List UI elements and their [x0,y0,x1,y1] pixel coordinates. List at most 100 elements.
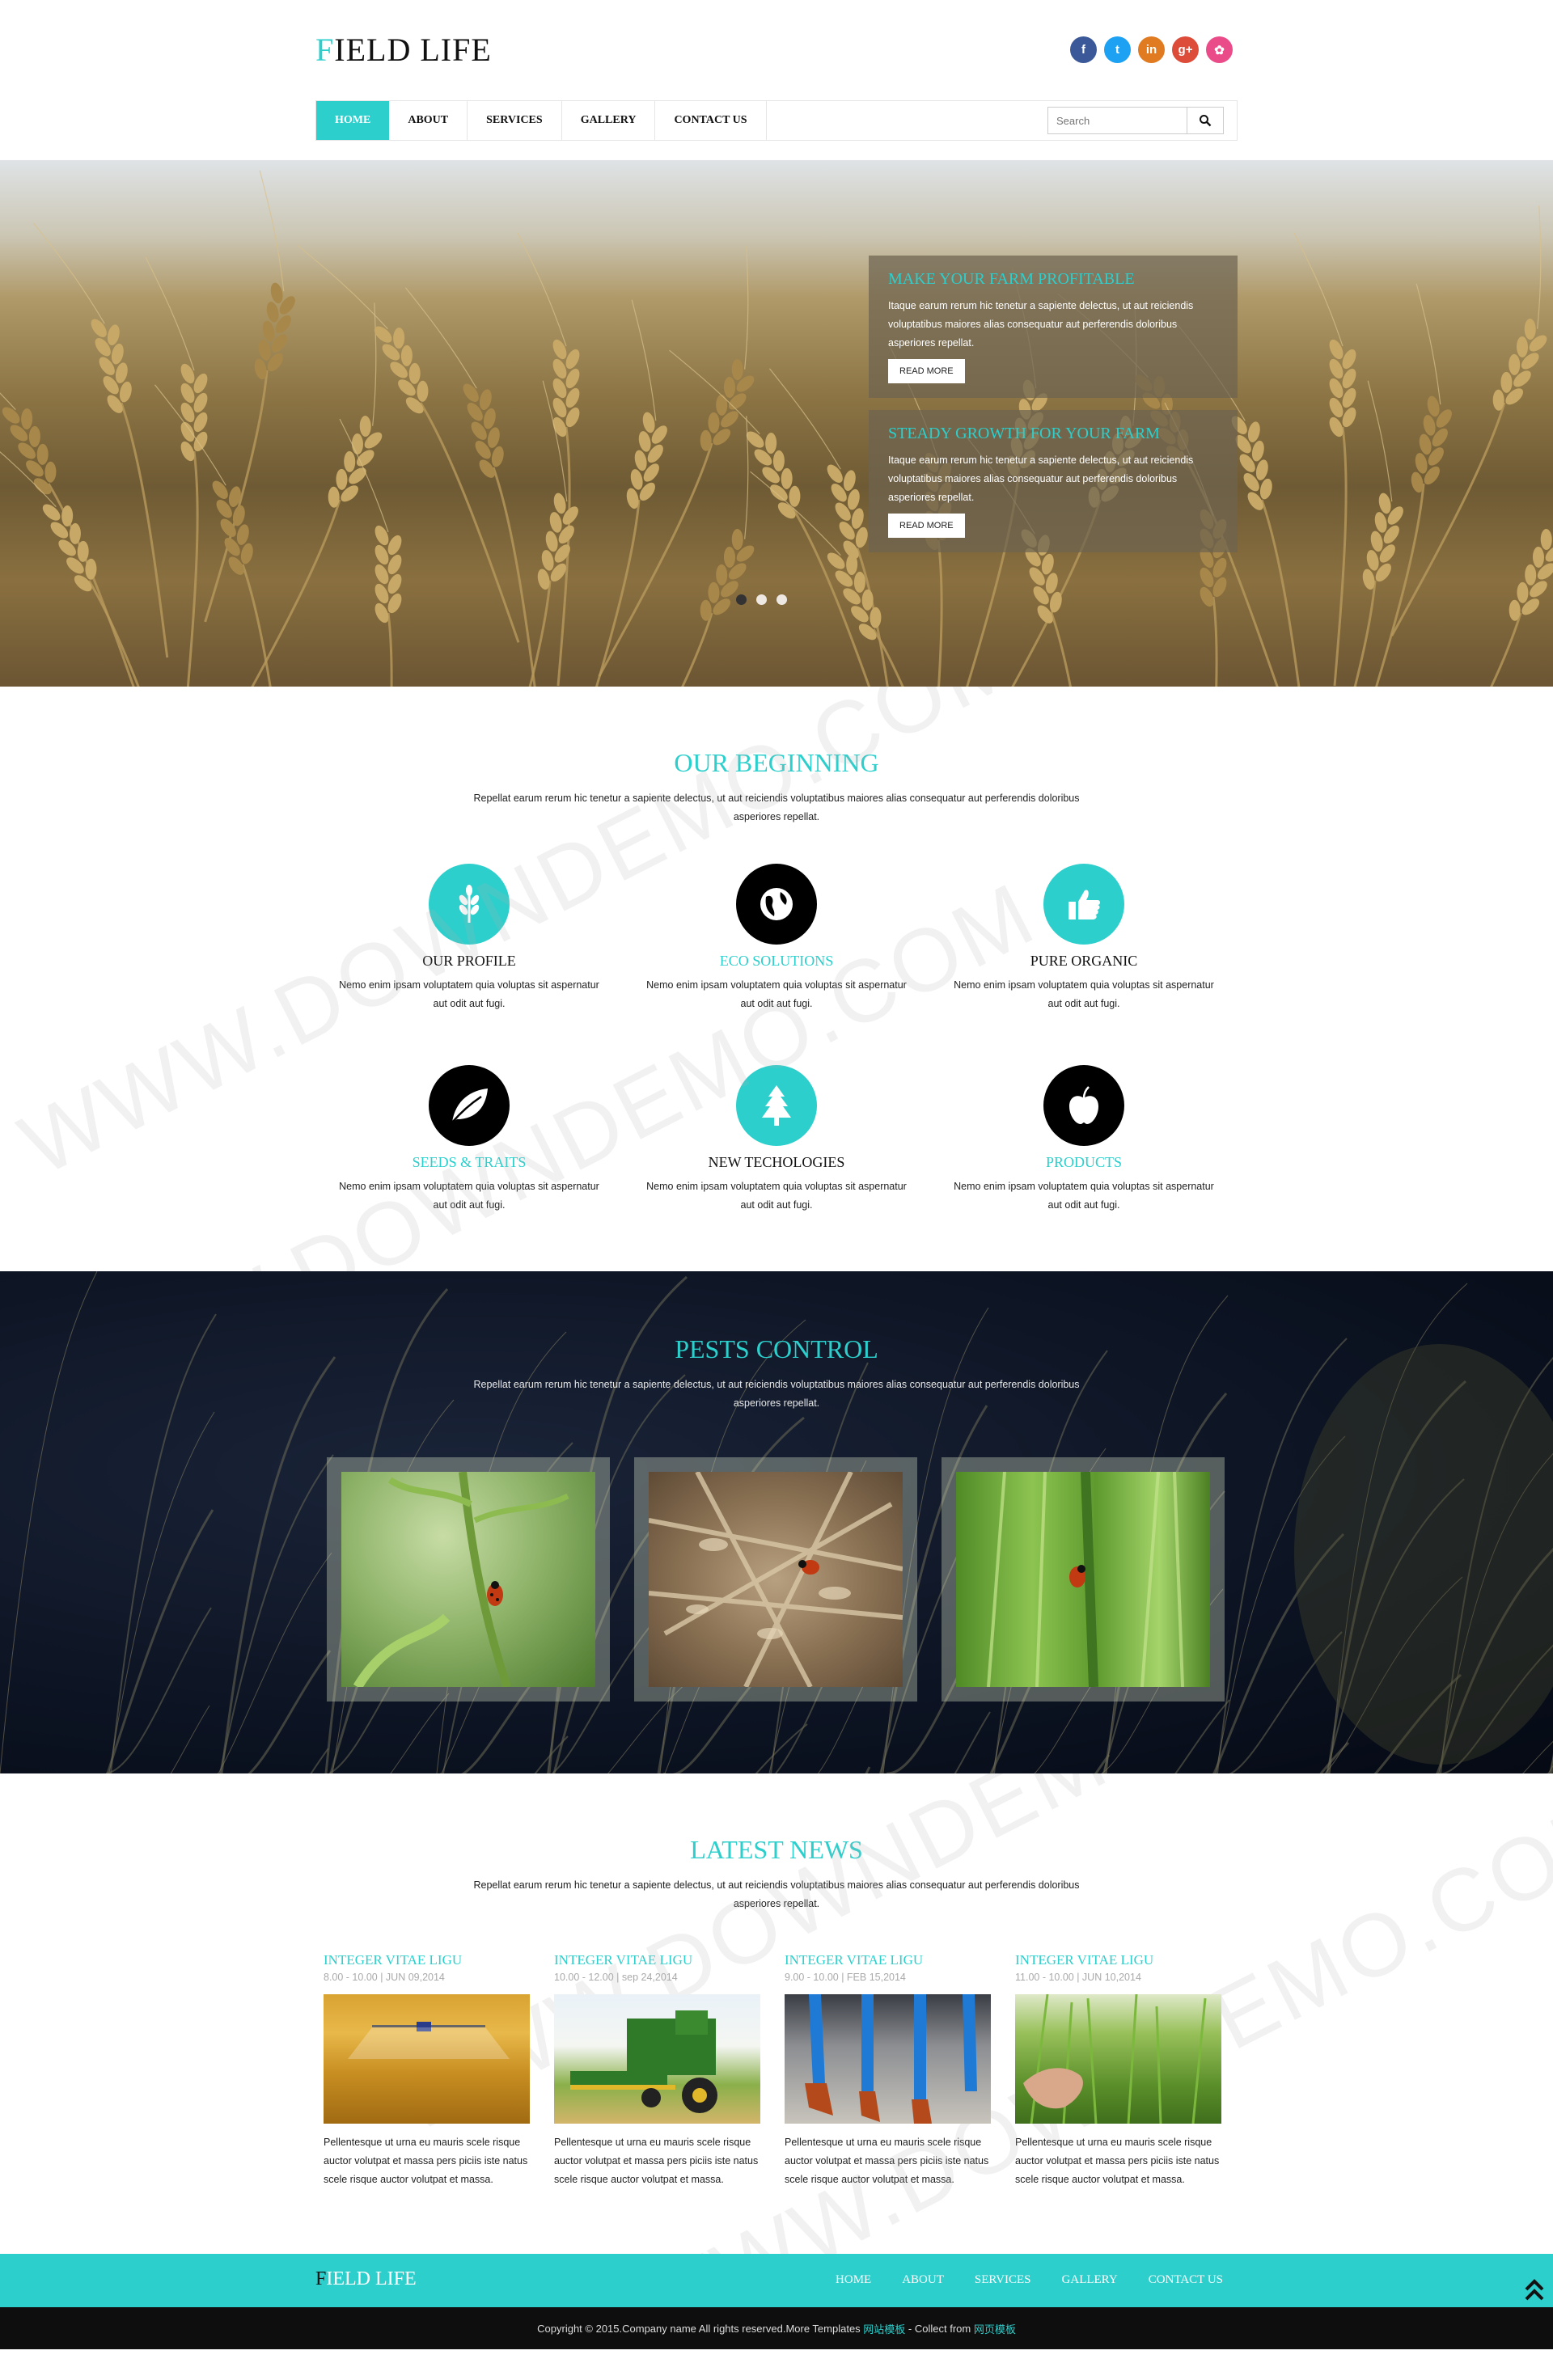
facebook-icon[interactable]: f [1070,36,1097,63]
feature-text: Nemo enim ipsam voluptatem quia voluptas… [646,1181,907,1211]
site-header: FIELD LIFE f t in g+ ✿ HOME ABOUT SERVICES G… [315,0,1238,160]
globe-icon[interactable] [736,864,817,945]
news-date: 9.00 - 10.00 | FEB 15,2014 [785,1972,906,1983]
ladybug-on-grain-image [649,1472,903,1687]
news-excerpt: Pellentesque ut urna eu mauris scele ris… [1015,2137,1220,2185]
footer-bar: FIELD LIFE HOME ABOUT SERVICES GALLERY C… [0,2254,1553,2307]
hand-in-grass-image[interactable] [1015,1994,1221,2124]
news-excerpt: Pellentesque ut urna eu mauris scele ris… [554,2137,759,2185]
search-icon [1200,115,1212,127]
feature-title[interactable]: NEW TECHOLOGIES [623,1154,930,1171]
news-date: 11.00 - 10.00 | JUN 10,2014 [1015,1972,1141,1983]
feature-item: SEEDS & TRAITS Nemo enim ipsam voluptatem… [315,1065,623,1215]
collect-link[interactable]: 网页模板 [974,2321,1016,2336]
google-plus-icon[interactable]: g+ [1172,36,1199,63]
hero-slide-text: Itaque earum rerum hic tenetur a sapient… [888,454,1194,503]
feature-item: NEW TECHOLOGIES Nemo enim ipsam voluptate… [623,1065,930,1215]
plough-tines-image[interactable] [785,1994,991,2124]
social-links: f t in g+ ✿ [1070,36,1233,63]
footer-nav: HOME ABOUT SERVICES GALLERY CONTACT US [836,2273,1223,2287]
news-section: WWW.DOWNDEMO.COM WWW.DOWNDEMO.COM LATEST… [0,1773,1553,2254]
news-item: INTEGER VITAE LIGU 10.00 - 12.00 | sep 24… [554,1952,760,2189]
back-to-top-icon[interactable] [1524,2278,1545,2302]
feature-title[interactable]: PURE ORGANIC [930,953,1238,970]
news-excerpt: Pellentesque ut urna eu mauris scele ris… [785,2137,989,2185]
section-description: Repellat earum rerum hic tenetur a sapie… [473,1879,1080,1909]
feature-grid: OUR PROFILE Nemo enim ipsam voluptatem qu… [315,864,1238,1215]
slider-dot[interactable] [776,594,787,605]
linkedin-icon[interactable]: in [1138,36,1165,63]
hero-slide-text: Itaque earum rerum hic tenetur a sapient… [888,300,1194,349]
feature-title[interactable]: SEEDS & TRAITS [315,1154,623,1171]
footer-nav-gallery[interactable]: GALLERY [1062,2273,1118,2287]
nav-about[interactable]: ABOUT [389,101,468,140]
news-title[interactable]: INTEGER VITAE LIGU [1015,1952,1221,1968]
slider-dot[interactable] [736,594,747,605]
footer-nav-services[interactable]: SERVICES [975,2273,1031,2287]
footer-nav-about[interactable]: ABOUT [902,2273,944,2287]
tree-icon[interactable] [736,1065,817,1146]
wheat-icon[interactable] [429,864,510,945]
gallery-thumb[interactable] [327,1457,610,1702]
feature-text: Nemo enim ipsam voluptatem quia voluptas… [339,979,599,1009]
nav-contact[interactable]: CONTACT US [655,101,767,140]
search-button[interactable] [1187,107,1224,134]
ladybug-on-stem-image [353,1472,569,1687]
gallery-thumb[interactable] [634,1457,917,1702]
feature-item: PURE ORGANIC Nemo enim ipsam voluptatem q… [930,864,1238,1013]
search-input[interactable] [1047,107,1187,134]
section-title: PESTS CONTROL [675,1334,878,1363]
hero-slide-2: STEADY GROWTH FOR YOUR FARM Itaque earum… [869,410,1238,552]
feature-title[interactable]: PRODUCTS [930,1154,1238,1171]
copyright-bar: Copyright © 2015.Company name All rights… [0,2307,1553,2349]
section-description: Repellat earum rerum hic tenetur a sapie… [473,1379,1080,1409]
feature-text: Nemo enim ipsam voluptatem quia voluptas… [954,979,1214,1009]
footer-nav-contact[interactable]: CONTACT US [1149,2273,1223,2287]
feature-text: Nemo enim ipsam voluptatem quia voluptas… [646,979,907,1009]
section-title: LATEST NEWS [690,1835,863,1864]
feature-title[interactable]: ECO SOLUTIONS [623,953,930,970]
news-item: INTEGER VITAE LIGU 11.00 - 10.00 | JUN 10… [1015,1952,1221,2189]
thumbs-up-icon[interactable] [1043,864,1124,945]
nav-services[interactable]: SERVICES [468,101,562,140]
news-title[interactable]: INTEGER VITAE LIGU [785,1952,991,1968]
gallery-thumb[interactable] [942,1457,1225,1702]
feature-item: PRODUCTS Nemo enim ipsam voluptatem quia … [930,1065,1238,1215]
news-excerpt: Pellentesque ut urna eu mauris scele ris… [324,2137,528,2185]
site-logo[interactable]: FIELD LIFE [315,31,492,69]
hero-slide-1: MAKE YOUR FARM PROFITABLE Itaque earum r… [869,256,1238,398]
footer-logo[interactable]: FIELD LIFE [315,2268,417,2290]
news-item: INTEGER VITAE LIGU 8.00 - 10.00 | JUN 09,… [324,1952,530,2189]
news-title[interactable]: INTEGER VITAE LIGU [554,1952,760,1968]
crop-spraying-image[interactable] [324,1994,530,2124]
search-form [1047,107,1224,134]
news-title[interactable]: INTEGER VITAE LIGU [324,1952,530,1968]
nav-gallery[interactable]: GALLERY [562,101,656,140]
feature-title[interactable]: OUR PROFILE [315,953,623,970]
feature-item: OUR PROFILE Nemo enim ipsam voluptatem qu… [315,864,623,1013]
beginning-section: WWW.DOWNDEMO.COM WWW.DOWNDEMO.COM OUR BE… [0,687,1553,1271]
read-more-button[interactable]: READ MORE [888,359,965,383]
templates-link[interactable]: 网站模板 [863,2321,905,2336]
combine-harvester-image[interactable] [554,1994,760,2124]
ladybug-on-wheat-image [987,1472,1184,1687]
hero-slider: MAKE YOUR FARM PROFITABLE Itaque earum r… [0,160,1553,687]
hero-slide-title: STEADY GROWTH FOR YOUR FARM [888,425,1160,442]
slider-dot[interactable] [756,594,767,605]
news-date: 8.00 - 10.00 | JUN 09,2014 [324,1972,445,1983]
news-grid: INTEGER VITAE LIGU 8.00 - 10.00 | JUN 09,… [324,1952,1229,2189]
twitter-icon[interactable]: t [1104,36,1131,63]
footer-nav-home[interactable]: HOME [836,2273,871,2287]
apple-icon[interactable] [1043,1065,1124,1146]
copyright-mid: - Collect from [905,2322,974,2335]
feature-text: Nemo enim ipsam voluptatem quia voluptas… [339,1181,599,1211]
dribbble-icon[interactable]: ✿ [1206,36,1233,63]
copyright-text: Copyright © 2015.Company name All rights… [537,2322,864,2335]
main-nav: HOME ABOUT SERVICES GALLERY CONTACT US [315,100,1238,141]
news-date: 10.00 - 12.00 | sep 24,2014 [554,1972,678,1983]
read-more-button[interactable]: READ MORE [888,514,965,538]
leaf-icon[interactable] [429,1065,510,1146]
nav-home[interactable]: HOME [316,101,390,140]
feature-text: Nemo enim ipsam voluptatem quia voluptas… [954,1181,1214,1211]
section-title: OUR BEGINNING [674,748,879,777]
